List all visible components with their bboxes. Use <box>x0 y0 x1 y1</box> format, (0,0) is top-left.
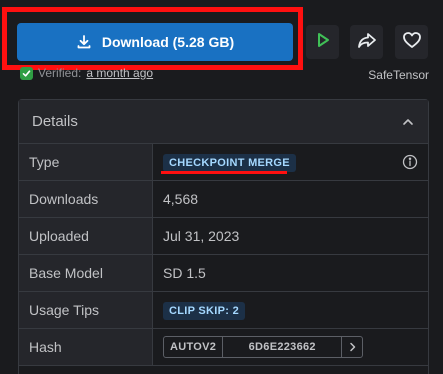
verified-label: Verified: <box>38 66 82 80</box>
chevron-right-icon <box>349 337 356 357</box>
download-button[interactable]: Download (5.28 GB) <box>17 23 293 61</box>
verified-status: Verified: a month ago <box>20 65 153 81</box>
details-title: Details <box>32 113 78 130</box>
row-key-uploaded: Uploaded <box>19 217 153 255</box>
favorite-button[interactable] <box>395 25 428 59</box>
row-value-hash: AUTOV2 6D6E223662 <box>152 328 428 366</box>
row-key-usage-tips: Usage Tips <box>19 291 153 329</box>
play-button[interactable] <box>306 25 339 59</box>
row-value-uploaded: Jul 31, 2023 <box>152 217 428 255</box>
play-icon <box>314 31 332 54</box>
verified-time-link[interactable]: a month ago <box>86 66 153 80</box>
table-row: Usage Tips CLIP SKIP: 2 <box>19 291 428 329</box>
hash-next-button[interactable] <box>342 337 362 357</box>
share-button[interactable] <box>350 25 383 59</box>
row-value-usage-tips: CLIP SKIP: 2 <box>152 291 428 329</box>
row-key-type: Type <box>19 144 153 181</box>
table-row: Base Model SD 1.5 <box>19 254 428 292</box>
hash-algorithm[interactable]: AUTOV2 <box>164 337 224 357</box>
row-key-downloads: Downloads <box>19 180 153 218</box>
details-panel: Details Type CHECKPOINT MERGE Downloads … <box>18 99 429 374</box>
hash-selector: AUTOV2 6D6E223662 <box>163 336 364 358</box>
table-row: Uploaded Jul 31, 2023 <box>19 217 428 255</box>
table-row: Type CHECKPOINT MERGE <box>19 144 428 181</box>
chevron-up-icon[interactable] <box>402 113 414 131</box>
row-value-type: CHECKPOINT MERGE <box>152 144 428 181</box>
heart-icon <box>402 31 422 54</box>
info-icon[interactable] <box>402 154 418 173</box>
check-icon <box>20 66 33 80</box>
safetensor-label: SafeTensor <box>368 68 429 82</box>
download-button-label: Download (5.28 GB) <box>101 34 235 50</box>
download-icon <box>76 34 92 50</box>
table-row: Hash AUTOV2 6D6E223662 <box>19 328 428 366</box>
row-value-base-model: SD 1.5 <box>152 254 428 292</box>
details-panel-header[interactable]: Details <box>19 100 428 144</box>
details-table: Type CHECKPOINT MERGE Downloads 4,568 Up… <box>19 144 428 366</box>
clip-skip-badge: CLIP SKIP: 2 <box>163 301 246 320</box>
share-icon <box>357 31 377 54</box>
type-badge: CHECKPOINT MERGE <box>163 153 296 172</box>
row-value-downloads: 4,568 <box>152 180 428 218</box>
hash-value[interactable]: 6D6E223662 <box>223 337 343 357</box>
table-row: Downloads 4,568 <box>19 180 428 218</box>
row-key-hash: Hash <box>19 328 153 366</box>
row-key-base-model: Base Model <box>19 254 153 292</box>
red-underline-annotation <box>161 171 287 174</box>
